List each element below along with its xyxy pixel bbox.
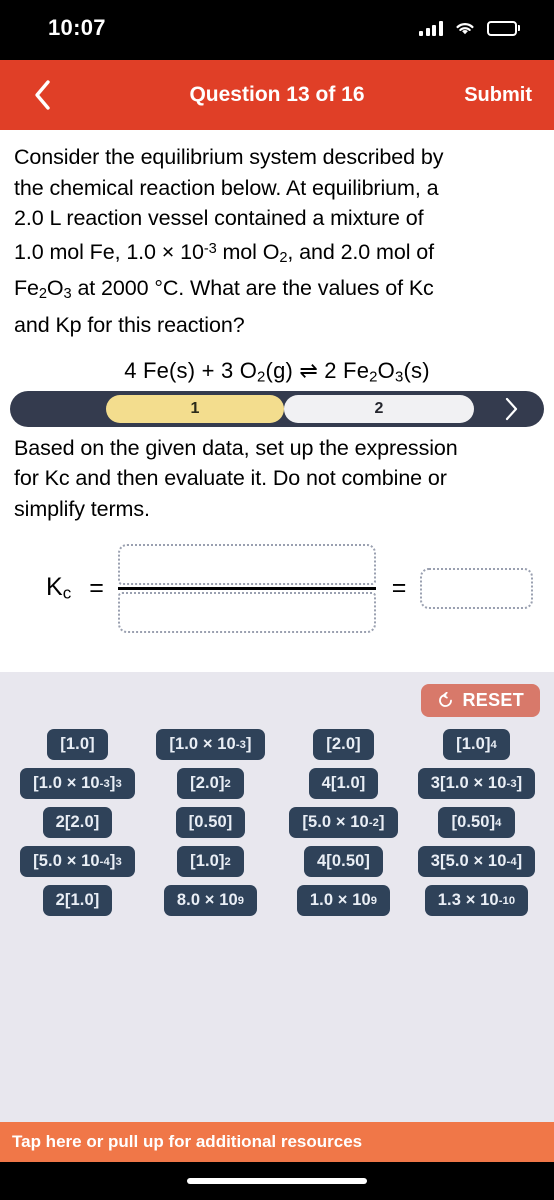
denominator-dropzone[interactable]	[117, 591, 376, 633]
additional-resources-label: Tap here or pull up for additional resou…	[12, 1132, 363, 1151]
answer-tile[interactable]: [2.0]	[313, 729, 374, 760]
prompt-line-5: Fe2O3 at 2000 °C. What are the values of…	[14, 276, 434, 303]
submit-button[interactable]: Submit	[464, 84, 532, 107]
answer-tile[interactable]: [1.0]	[47, 729, 108, 760]
step-tab-1[interactable]: 1	[106, 394, 284, 423]
instruction-line-1: Based on the given data, set up the expr…	[14, 435, 458, 460]
answer-tile[interactable]: [0.50] 4	[438, 807, 515, 838]
instruction-line-3: simplify terms.	[14, 496, 150, 521]
answer-tile[interactable]: 1.3 × 10 -10	[424, 885, 529, 916]
equals-sign-1: =	[89, 573, 104, 602]
home-bar	[0, 1162, 554, 1200]
nav-bar: Question 13 of 16 Submit	[0, 60, 554, 130]
answer-tile[interactable]: 2[2.0]	[42, 807, 113, 838]
step-instruction: Based on the given data, set up the expr…	[0, 427, 554, 525]
status-bar: 10:07	[0, 0, 554, 60]
equals-sign-2: =	[391, 573, 407, 602]
wifi-icon	[455, 22, 474, 35]
answer-tile-grid: [1.0] [1.0 × 10 -3] [2.0] [1.0] 4 [1.0 × 10 -3]…	[14, 729, 540, 916]
answer-tray: RESET [1.0] [1.0 × 10 -3] [2.0] [1.0] 4 [1.0 ×…	[0, 672, 554, 1122]
equilibrium-arrow-icon: ⇌	[299, 357, 318, 383]
answer-tile[interactable]: [1.0] 2	[177, 846, 244, 877]
reset-circular-arrow-icon	[439, 692, 453, 707]
chevron-right-icon	[505, 397, 517, 420]
answer-tile[interactable]: 3[1.0 × 10 -3]	[417, 768, 536, 799]
reset-button[interactable]: RESET	[421, 684, 540, 717]
answer-tile[interactable]: 4[0.50]	[304, 846, 383, 877]
answer-tile[interactable]: [2.0] 2	[177, 768, 244, 799]
prompt-line-2: the chemical reaction below. At equilibr…	[14, 175, 439, 200]
step-tab-2[interactable]: 2	[284, 394, 474, 423]
numerator-dropzone[interactable]	[117, 543, 376, 585]
question-body: Consider the equilibrium system describe…	[0, 130, 554, 385]
kc-expression: Kc = =	[0, 524, 554, 634]
chemical-equation: 4 Fe(s) + 3 O2(g) ⇌ 2 Fe2O3(s)	[124, 357, 430, 385]
reset-label: RESET	[462, 690, 524, 710]
home-indicator[interactable]	[187, 1178, 367, 1184]
step-bar: 1 2	[10, 390, 544, 427]
question-prompt: Consider the equilibrium system describe…	[14, 142, 540, 341]
prompt-line-6: and Kp for this reaction?	[14, 313, 245, 338]
next-step-button[interactable]	[482, 395, 540, 423]
fraction-bar	[117, 586, 376, 590]
answer-tile[interactable]: 8.0 × 10 9	[163, 885, 258, 916]
answer-tile[interactable]: [5.0 × 10 -4] 3	[20, 846, 135, 877]
app-screen: 10:07 Question 13 of 16 Submit Consider …	[0, 0, 554, 1200]
battery-icon	[486, 20, 520, 36]
answer-tile[interactable]: [1.0 × 10 -3]	[156, 729, 265, 760]
answer-tile[interactable]: [0.50]	[175, 807, 246, 838]
answer-tile[interactable]: 2[1.0]	[42, 885, 113, 916]
chevron-left-icon	[35, 80, 50, 110]
kc-label: Kc	[46, 572, 72, 603]
instruction-line-2: for Kc and then evaluate it. Do not comb…	[14, 466, 447, 491]
answer-tile[interactable]: [1.0 × 10 -3] 3	[20, 768, 135, 799]
back-button[interactable]	[22, 73, 62, 117]
answer-tile[interactable]: 4[1.0]	[308, 768, 379, 799]
step-navigation: 1 2	[0, 390, 554, 427]
result-dropzone[interactable]	[420, 567, 534, 609]
prompt-line-4: 1.0 mol Fe, 1.0 × 10-3 mol O2, and 2.0 m…	[14, 239, 434, 266]
status-time: 10:07	[48, 15, 106, 40]
additional-resources-bar[interactable]: Tap here or pull up for additional resou…	[0, 1122, 554, 1162]
answer-tile[interactable]: [1.0] 4	[443, 729, 510, 760]
answer-tile[interactable]: 1.0 × 10 9	[296, 885, 391, 916]
cellular-signal-icon	[419, 20, 443, 36]
answer-tile[interactable]: 3[5.0 × 10 -4]	[417, 846, 536, 877]
prompt-line-3: 2.0 L reaction vessel contained a mixtur…	[14, 206, 424, 230]
prompt-line-1: Consider the equilibrium system describe…	[14, 145, 444, 169]
fraction	[117, 543, 376, 633]
status-icons	[419, 20, 520, 36]
reset-row: RESET	[14, 684, 540, 717]
answer-tile[interactable]: [5.0 × 10 -2]	[289, 807, 398, 838]
